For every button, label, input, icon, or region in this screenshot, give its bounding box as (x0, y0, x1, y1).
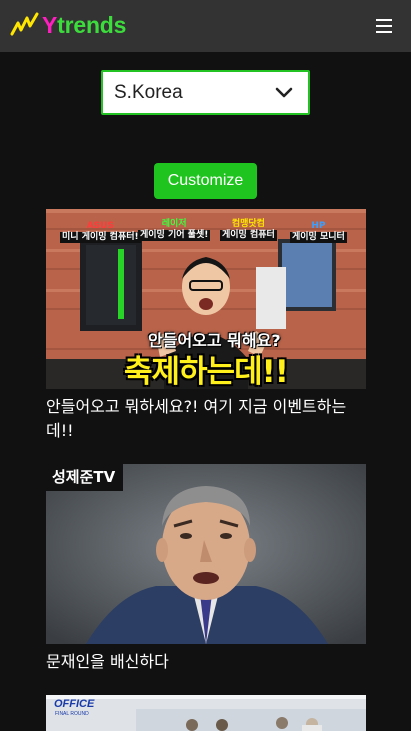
video-card[interactable]: OFFICE FINAL ROUND (46, 695, 366, 731)
video-thumbnail[interactable]: 성제준TV (46, 464, 366, 644)
video-thumbnail[interactable]: ASUS 미니 게이밍 컴퓨터! 레이저 게이밍 기어 풀셋! 컴맹닷컴 게이밍… (46, 209, 366, 389)
video-title[interactable]: 문재인을 배신하다 (46, 650, 366, 674)
thumbnail-headline: 축제하는데!! (124, 354, 289, 389)
thumbnail-logo: OFFICE (54, 698, 95, 710)
ytrends-logo[interactable]: Ytrends (10, 10, 126, 40)
thumbnail-label: 컴맹닷컴 게이밍 컴퓨터 (220, 219, 277, 241)
thumbnail-image (46, 464, 366, 644)
thumbnail-label: ASUS 미니 게이밍 컴퓨터! (60, 221, 141, 243)
thumbnail-logo-subtitle: FINAL ROUND (55, 711, 89, 717)
zigzag-logo-icon (10, 12, 39, 36)
country-select-value: S.Korea (114, 82, 183, 103)
chevron-down-icon (275, 87, 293, 98)
hamburger-menu-icon[interactable] (370, 16, 400, 36)
video-card[interactable]: ASUS 미니 게이밍 컴퓨터! 레이저 게이밍 기어 풀셋! 컴맹닷컴 게이밍… (46, 209, 366, 443)
video-card[interactable]: 성제준TV 문재인을 배신하다 (46, 464, 366, 674)
country-select[interactable]: S.Korea (101, 70, 310, 115)
video-title[interactable]: 안들어오고 뭐하세요?! 여기 지금 이벤트하는데!! (46, 395, 366, 443)
top-navbar: Ytrends (0, 0, 411, 52)
customize-button[interactable]: Customize (154, 163, 257, 199)
video-thumbnail[interactable]: OFFICE FINAL ROUND (46, 695, 366, 731)
logo-text: Ytrends (42, 12, 127, 38)
channel-badge: 성제준TV (46, 464, 124, 491)
thumbnail-label: 레이저 게이밍 기어 풀셋! (138, 219, 211, 241)
thumbnail-label: HP 게이밍 모니터 (290, 221, 347, 243)
